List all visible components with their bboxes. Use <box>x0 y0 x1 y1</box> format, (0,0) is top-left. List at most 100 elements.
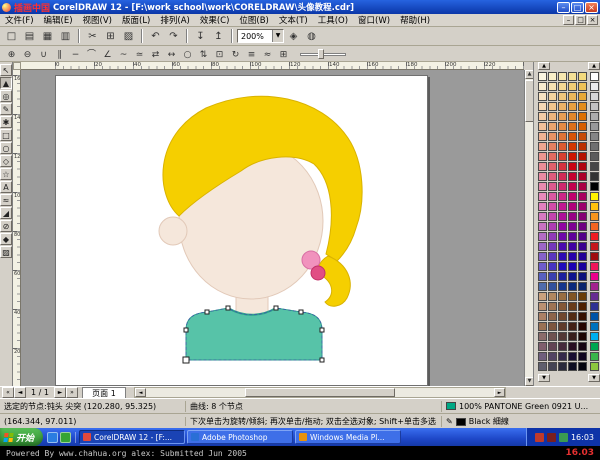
color-swatch[interactable] <box>538 132 547 141</box>
color-swatch[interactable] <box>538 152 547 161</box>
color-swatch[interactable] <box>558 222 567 231</box>
color-swatch[interactable] <box>548 352 557 361</box>
color-swatch[interactable] <box>548 202 557 211</box>
color-swatch[interactable] <box>590 212 599 221</box>
color-swatch[interactable] <box>558 212 567 221</box>
color-swatch[interactable] <box>590 112 599 121</box>
color-swatch[interactable] <box>548 242 557 251</box>
color-swatch[interactable] <box>590 142 599 151</box>
color-swatch[interactable] <box>538 82 547 91</box>
color-swatch[interactable] <box>538 302 547 311</box>
smart-drawing-tool[interactable]: ✱ <box>0 116 12 128</box>
color-swatch[interactable] <box>548 342 557 351</box>
show-desktop-icon[interactable] <box>60 432 71 443</box>
color-swatch[interactable] <box>548 312 557 321</box>
node-marker[interactable] <box>320 328 324 332</box>
cusp-node-button[interactable]: ∠ <box>100 47 115 61</box>
delete-node-button[interactable]: ⊖ <box>20 47 35 61</box>
export-button[interactable]: ↥ <box>210 28 227 44</box>
last-page-button[interactable]: » <box>66 387 78 398</box>
color-swatch[interactable] <box>578 312 587 321</box>
new-button[interactable]: □ <box>3 28 20 44</box>
color-swatch[interactable] <box>548 192 557 201</box>
color-swatch[interactable] <box>590 232 599 241</box>
curve-smoothness-slider[interactable] <box>300 47 346 61</box>
interactive-fill-tool[interactable]: ▨ <box>0 246 12 258</box>
color-swatch[interactable] <box>548 362 557 371</box>
color-swatch[interactable] <box>548 152 557 161</box>
color-swatch[interactable] <box>558 162 567 171</box>
color-swatch[interactable] <box>538 72 547 81</box>
polygon-tool[interactable]: ◇ <box>0 155 12 167</box>
color-swatch[interactable] <box>548 282 557 291</box>
color-swatch[interactable] <box>568 272 577 281</box>
color-swatch[interactable] <box>538 322 547 331</box>
menu-item-10[interactable]: 帮助(H) <box>395 14 435 26</box>
taskbar-button[interactable]: Windows Media Pl... <box>295 430 401 444</box>
application-launcher-button[interactable]: ◈ <box>285 28 302 44</box>
color-swatch[interactable] <box>578 282 587 291</box>
color-swatch[interactable] <box>548 82 557 91</box>
color-swatch[interactable] <box>558 302 567 311</box>
color-swatch[interactable] <box>538 202 547 211</box>
color-swatch[interactable] <box>538 362 547 371</box>
color-swatch[interactable] <box>548 292 557 301</box>
chevron-down-icon[interactable]: ▼ <box>272 30 283 42</box>
color-swatch[interactable] <box>568 332 577 341</box>
color-swatch[interactable] <box>558 232 567 241</box>
color-swatch[interactable] <box>578 292 587 301</box>
color-swatch[interactable] <box>558 112 567 121</box>
extract-subpath-button[interactable]: ⇅ <box>196 47 211 61</box>
color-swatch[interactable] <box>568 162 577 171</box>
color-swatch[interactable] <box>578 242 587 251</box>
color-swatch[interactable] <box>578 112 587 121</box>
previous-page-button[interactable]: ◄ <box>14 387 26 398</box>
tray-icon[interactable] <box>547 433 556 442</box>
align-nodes-button[interactable]: ≡ <box>244 47 259 61</box>
color-swatch[interactable] <box>578 72 587 81</box>
close-button[interactable]: × <box>585 2 598 13</box>
first-page-button[interactable]: « <box>2 387 14 398</box>
color-swatch[interactable] <box>578 302 587 311</box>
color-swatch[interactable] <box>578 232 587 241</box>
color-swatch[interactable] <box>538 192 547 201</box>
color-swatch[interactable] <box>578 82 587 91</box>
color-swatch[interactable] <box>578 272 587 281</box>
pick-tool[interactable]: ↖ <box>0 64 12 76</box>
zoom-level-combo[interactable]: 200% ▼ <box>237 29 284 43</box>
cut-button[interactable]: ✂ <box>84 28 101 44</box>
color-swatch[interactable] <box>578 322 587 331</box>
zoom-tool[interactable]: ◎ <box>0 90 12 102</box>
node-marker-selected[interactable] <box>183 357 189 363</box>
hairband-bead-2[interactable] <box>311 266 325 280</box>
slider-thumb[interactable] <box>318 49 324 59</box>
color-swatch[interactable] <box>558 142 567 151</box>
color-swatch[interactable] <box>568 312 577 321</box>
color-swatch[interactable] <box>538 252 547 261</box>
color-swatch[interactable] <box>538 262 547 271</box>
color-swatch[interactable] <box>578 222 587 231</box>
color-swatch[interactable] <box>538 122 547 131</box>
text-tool[interactable]: A <box>0 181 12 193</box>
color-swatch[interactable] <box>568 82 577 91</box>
elastic-mode-button[interactable]: ≈ <box>260 47 275 61</box>
join-nodes-button[interactable]: ∪ <box>36 47 51 61</box>
menu-item-2[interactable]: 视图(V) <box>78 14 117 26</box>
next-page-button[interactable]: ► <box>54 387 66 398</box>
minimize-button[interactable]: – <box>557 2 570 13</box>
color-swatch[interactable] <box>590 152 599 161</box>
color-swatch[interactable] <box>548 142 557 151</box>
color-swatch[interactable] <box>538 222 547 231</box>
color-swatch[interactable] <box>558 172 567 181</box>
color-swatch[interactable] <box>538 162 547 171</box>
color-swatch[interactable] <box>578 342 587 351</box>
node-marker[interactable] <box>299 310 303 314</box>
color-swatch[interactable] <box>558 102 567 111</box>
color-swatch[interactable] <box>538 112 547 121</box>
horizontal-scrollbar[interactable]: ◄ ► <box>134 387 506 398</box>
ear-shape[interactable] <box>159 217 187 245</box>
color-swatch[interactable] <box>590 72 599 81</box>
eyedropper-tool[interactable]: ◢ <box>0 207 12 219</box>
ponytail-shape[interactable] <box>318 256 350 306</box>
color-swatch[interactable] <box>590 82 599 91</box>
